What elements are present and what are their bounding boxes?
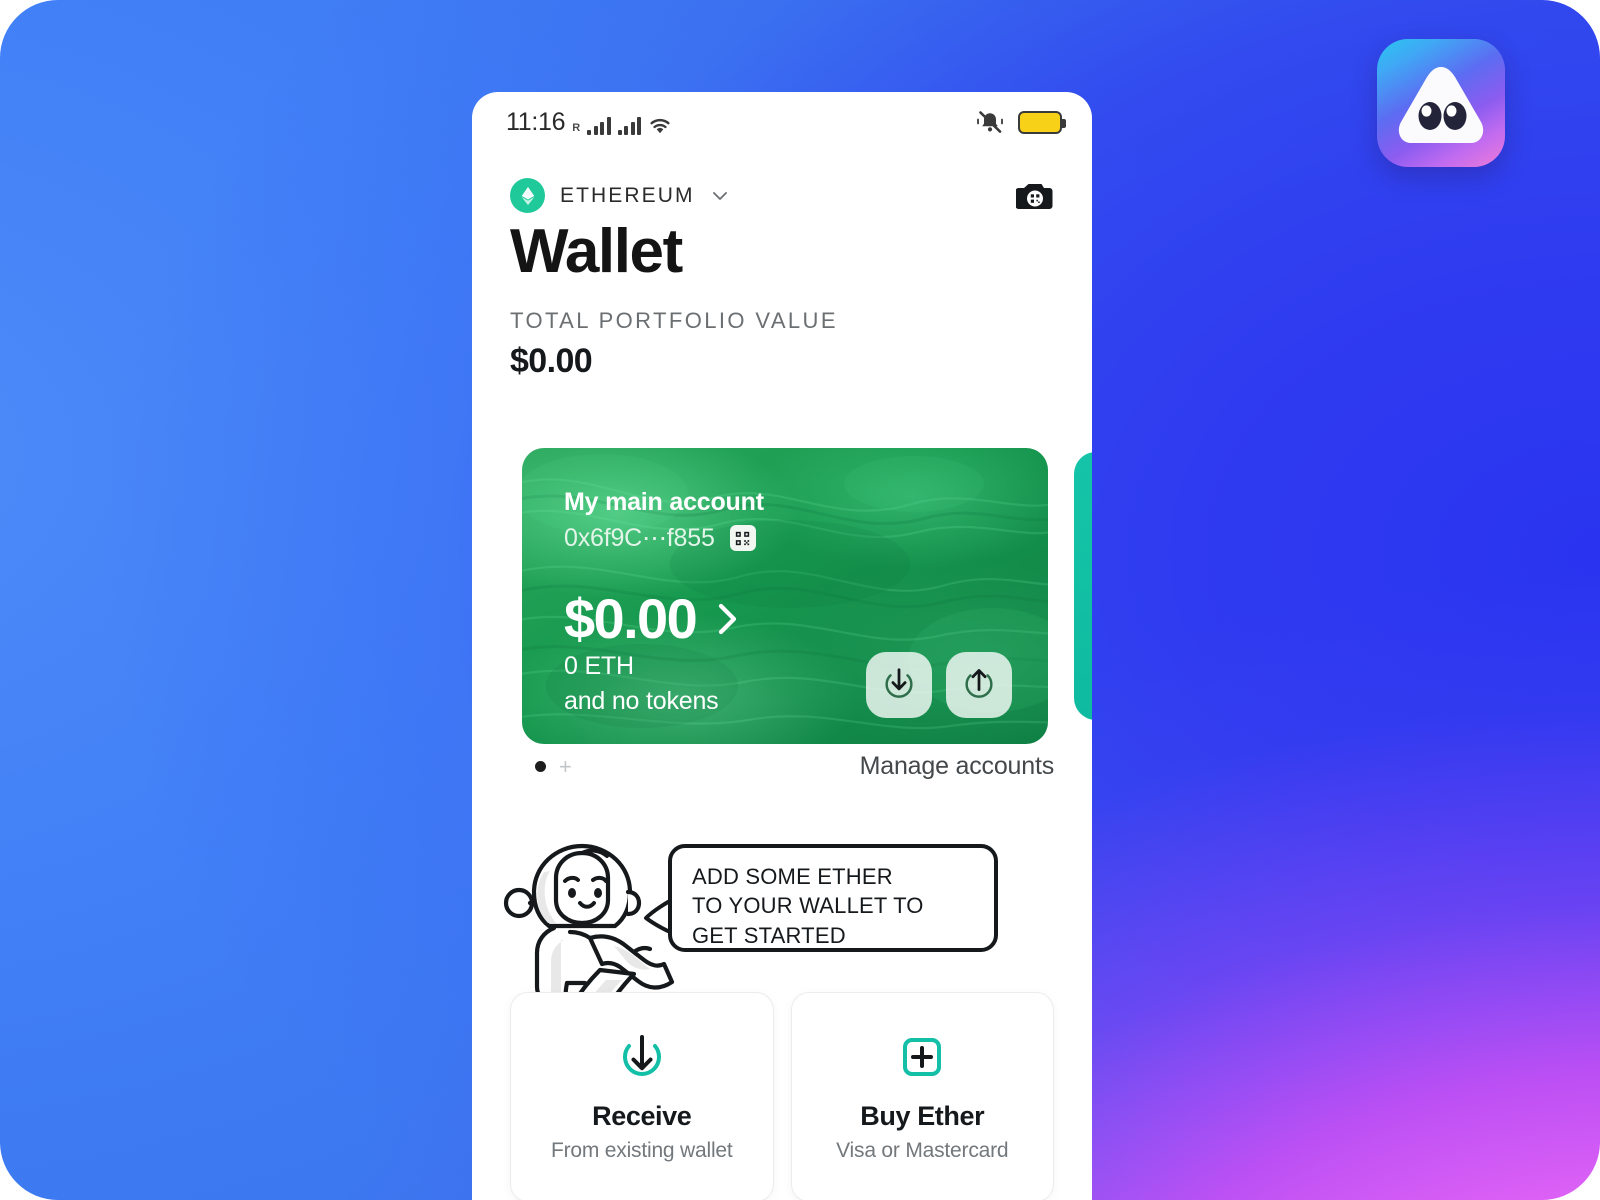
phone-screen: 11:16 R ETHEREUM Wallet TOTAL PORTFOLIO … (472, 92, 1092, 1200)
carousel-pagination: + (510, 755, 572, 778)
wifi-icon (648, 116, 672, 135)
arrow-down-circle-icon (880, 664, 918, 707)
speech-bubble-text: ADD SOME ETHER TO YOUR WALLET TO GET STA… (692, 862, 974, 950)
buy-ether-subtitle: Visa or Mastercard (836, 1139, 1009, 1162)
account-address: 0x6f9C⋯f855 (564, 524, 715, 552)
signal-bars-icon (617, 116, 642, 135)
account-balance-row[interactable]: $0.00 (564, 591, 1012, 647)
chain-name-label: ETHEREUM (560, 183, 695, 207)
speech-bubble: ADD SOME ETHER TO YOUR WALLET TO GET STA… (668, 844, 998, 952)
carousel-footer: + Manage accounts (472, 752, 1092, 781)
accounts-carousel: My main account 0x6f9C⋯f855 $0.00 0 ETH … (472, 420, 1092, 750)
card-action-buttons (866, 652, 1012, 718)
buy-ether-title: Buy Ether (860, 1101, 985, 1131)
portfolio-value: $0.00 (510, 341, 593, 380)
account-card[interactable]: My main account 0x6f9C⋯f855 $0.00 0 ETH … (522, 448, 1048, 744)
page-title: Wallet (510, 217, 683, 286)
account-address-row[interactable]: 0x6f9C⋯f855 (564, 523, 1012, 553)
status-clock: 11:16 (506, 107, 566, 136)
next-account-card-peek[interactable] (1074, 452, 1092, 720)
receive-title: Receive (592, 1101, 692, 1131)
signal-bars-icon (587, 116, 611, 135)
chain-selector[interactable]: ETHEREUM (510, 178, 730, 213)
receive-button[interactable] (866, 652, 932, 718)
chevron-right-icon (714, 602, 740, 636)
status-bar: 11:16 R (472, 92, 1092, 152)
roaming-indicator: R (572, 121, 581, 134)
qr-code-icon[interactable] (729, 525, 756, 551)
token-count: and no tokens (564, 686, 719, 715)
add-account-button[interactable]: + (559, 755, 572, 778)
eth-amount: 0 ETH (564, 652, 634, 680)
bubble-line-2: TO YOUR WALLET TO (692, 893, 924, 919)
portfolio-label: TOTAL PORTFOLIO VALUE (510, 307, 838, 333)
account-card-footer: 0 ETH and no tokens (564, 649, 1012, 718)
account-balance: $0.00 (564, 587, 698, 650)
quick-actions: Receive From existing wallet Buy Ether V… (472, 992, 1092, 1200)
buy-ether-action-card[interactable]: Buy Ether Visa or Mastercard (790, 992, 1054, 1200)
arrow-up-circle-icon (960, 664, 998, 707)
qr-camera-icon[interactable] (1015, 180, 1054, 212)
pagination-dot-active[interactable] (535, 761, 546, 772)
app-logo (1377, 39, 1505, 167)
bubble-line-1: ADD SOME ETHER (692, 864, 893, 889)
account-name: My main account (564, 488, 764, 516)
token-summary: 0 ETH and no tokens (564, 649, 719, 718)
receive-subtitle: From existing wallet (550, 1139, 733, 1162)
send-button[interactable] (946, 652, 1012, 718)
chevron-down-icon (710, 186, 730, 206)
status-bar-left: 11:16 R (506, 107, 672, 136)
bubble-line-3: GET STARTED (692, 922, 846, 948)
ghost-eyes-app-icon (1395, 64, 1487, 148)
plus-square-icon (896, 1031, 948, 1083)
status-bar-right (975, 109, 1066, 135)
receive-action-card[interactable]: Receive From existing wallet (510, 992, 774, 1200)
mute-bell-icon (975, 109, 1005, 135)
wallet-header: ETHEREUM Wallet TOTAL PORTFOLIO VALUE $0… (472, 152, 1092, 381)
manage-accounts-link[interactable]: Manage accounts (860, 752, 1055, 781)
ethereum-icon (510, 178, 545, 213)
arrow-down-circle-icon (616, 1031, 668, 1083)
battery-icon (1018, 110, 1066, 134)
chain-row: ETHEREUM (510, 152, 1054, 213)
